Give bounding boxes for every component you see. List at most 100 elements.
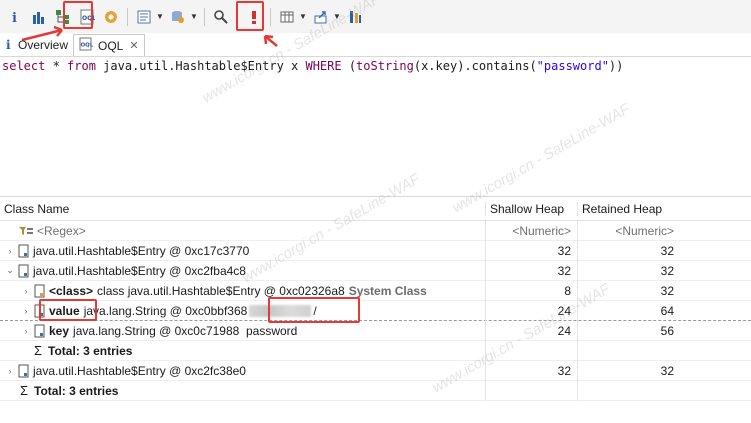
tab-label: OQL [98, 38, 124, 53]
filter-icon [18, 224, 33, 238]
retained-heap-value: 32 [577, 260, 680, 281]
system-class-tag: System Class [348, 283, 427, 298]
editor-tabs: i Overview OQL OQL ✕ [0, 34, 751, 57]
row-name-cell: › <class> class java.util.Hashtable$Entr… [0, 281, 485, 301]
object-icon [18, 244, 30, 258]
expand-icon[interactable]: › [4, 366, 16, 376]
expand-icon[interactable]: › [20, 306, 32, 316]
total-row: Σ Total: 3 entries [0, 380, 751, 401]
expand-icon[interactable]: › [20, 286, 32, 296]
calculate-icon[interactable] [277, 7, 297, 27]
query-text: * [45, 59, 68, 73]
keyword: from [67, 59, 96, 73]
tab-oql[interactable]: OQL OQL ✕ [73, 34, 145, 56]
info-icon[interactable]: i [5, 7, 25, 27]
filter-row: <Regex> <Numeric> <Numeric> [0, 220, 751, 241]
row-name: java.lang.String @ 0xc0c71988 password [73, 323, 298, 338]
total-label: Total: 3 entries [34, 383, 119, 398]
export-dropdown-icon[interactable]: ▼ [333, 12, 341, 21]
separator [204, 7, 205, 26]
tab-overview[interactable]: i Overview [0, 34, 73, 56]
calculate-dropdown-icon[interactable]: ▼ [299, 12, 307, 21]
filter-regex-input[interactable]: <Regex> [37, 224, 86, 238]
total-row: Σ Total: 3 entries [0, 340, 751, 361]
string-literal: "password" [536, 59, 609, 73]
execute-highlight-box [236, 1, 264, 31]
search-icon[interactable] [211, 7, 231, 27]
retained-heap-value: 32 [577, 360, 680, 381]
query-browser-icon[interactable] [168, 7, 188, 27]
retained-heap-value: 64 [577, 300, 680, 321]
export-icon[interactable] [311, 7, 331, 27]
table-row[interactable]: › <class> class java.util.Hashtable$Entr… [0, 280, 751, 301]
shallow-heap-value: 32 [485, 240, 577, 261]
object-icon [18, 364, 30, 378]
close-icon[interactable]: ✕ [129, 39, 138, 52]
sum-icon: Σ [34, 343, 43, 358]
row-name: java.util.Hashtable$Entry @ 0xc2fba4c8 [33, 263, 246, 278]
keyword: toString [356, 59, 414, 73]
redacted-value-highlight-box [268, 297, 360, 323]
shallow-heap-value: 24 [485, 300, 577, 321]
table-row[interactable]: › value java.lang.String @ 0xc0bbf368 / … [0, 300, 751, 321]
tab-label: Overview [18, 38, 69, 52]
shallow-heap-value [485, 380, 577, 401]
field-label: key [49, 323, 70, 338]
info-icon: i [5, 38, 13, 53]
thread-icon[interactable] [345, 7, 365, 27]
expand-icon[interactable]: › [20, 326, 32, 336]
keyword: select [2, 59, 46, 73]
query-text: )) [608, 59, 624, 73]
separator [127, 7, 128, 26]
heap-dump-overview-icon[interactable] [101, 7, 121, 27]
histogram-icon[interactable] [29, 7, 49, 27]
svg-text:i: i [6, 38, 11, 50]
column-header-shallow-heap[interactable]: Shallow Heap [485, 201, 577, 216]
table-row[interactable]: › java.util.Hashtable$Entry @ 0xc2fc38e0… [0, 360, 751, 381]
shallow-heap-value [485, 340, 577, 361]
shallow-heap-value: 32 [485, 260, 577, 281]
retained-heap-value: 32 [577, 240, 680, 261]
object-icon [18, 264, 30, 278]
class-icon [34, 284, 46, 298]
collapse-icon[interactable]: ⌄ [4, 265, 16, 276]
retained-heap-value [577, 340, 680, 361]
result-table: Class Name Shallow Heap Retained Heap <R… [0, 196, 751, 423]
value-label-highlight-box [39, 299, 97, 321]
object-icon [34, 324, 46, 338]
oql-query-editor[interactable]: select * from java.util.Hashtable$Entry … [0, 57, 751, 195]
row-name-cell: › java.util.Hashtable$Entry @ 0xc17c3770 [0, 241, 485, 261]
retained-heap-value: 32 [577, 280, 680, 301]
query-text: ( [341, 59, 357, 73]
row-name-cell: Σ Total: 3 entries [0, 381, 485, 401]
reports-dropdown-icon[interactable]: ▼ [156, 12, 164, 21]
shallow-heap-value: 8 [485, 280, 577, 301]
row-name-cell: Σ Total: 3 entries [0, 341, 485, 361]
reports-icon[interactable] [134, 7, 154, 27]
query-text: java.util.Hashtable$Entry x [95, 59, 306, 73]
toolbar: i OQL ▼ ▼ ▼ ▼ [0, 0, 751, 33]
row-name-cell: › key java.lang.String @ 0xc0c71988 pass… [0, 321, 485, 341]
oql-highlight-box [63, 1, 93, 29]
oql-icon: OQL [79, 37, 94, 54]
table-row[interactable]: › key java.lang.String @ 0xc0c71988 pass… [0, 320, 751, 341]
table-header: Class Name Shallow Heap Retained Heap [0, 197, 751, 221]
row-name-cell: ⌄ java.util.Hashtable$Entry @ 0xc2fba4c8 [0, 261, 485, 281]
table-row[interactable]: ⌄ java.util.Hashtable$Entry @ 0xc2fba4c8… [0, 260, 751, 281]
shallow-heap-value: 24 [485, 320, 577, 341]
row-name: java.util.Hashtable$Entry @ 0xc17c3770 [33, 243, 250, 258]
row-name: java.util.Hashtable$Entry @ 0xc2fc38e0 [33, 363, 246, 378]
separator [270, 7, 271, 26]
table-row[interactable]: › java.util.Hashtable$Entry @ 0xc17c3770… [0, 240, 751, 261]
column-header-retained-heap[interactable]: Retained Heap [577, 201, 680, 216]
filter-retained-input[interactable]: <Numeric> [577, 220, 680, 241]
expand-icon[interactable]: › [4, 246, 16, 256]
field-label: <class> [49, 283, 94, 298]
filter-shallow-input[interactable]: <Numeric> [485, 220, 577, 241]
query-browser-dropdown-icon[interactable]: ▼ [190, 12, 198, 21]
svg-text:i: i [12, 11, 17, 24]
row-name: class java.util.Hashtable$Entry @ 0xc023… [97, 283, 345, 298]
column-header-class-name[interactable]: Class Name [0, 202, 485, 216]
query-text: (x.key).contains( [413, 59, 537, 73]
total-label: Total: 3 entries [48, 343, 133, 358]
